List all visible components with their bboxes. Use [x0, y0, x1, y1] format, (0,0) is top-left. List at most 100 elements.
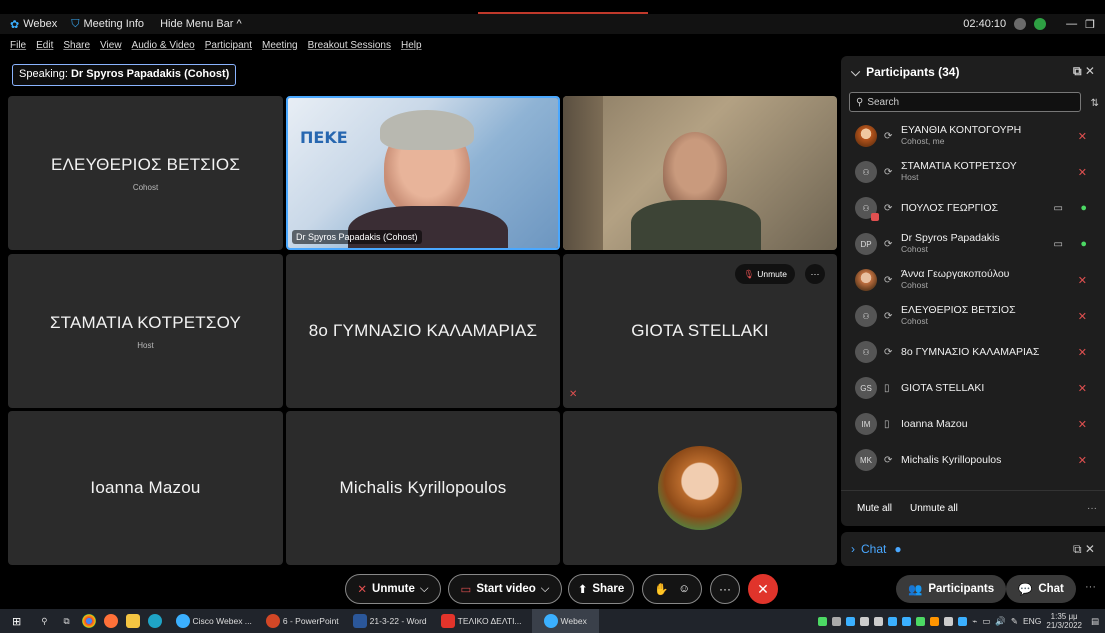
emoji-icon[interactable]: ☺ [678, 583, 690, 595]
hand-icon[interactable]: ✋ [654, 582, 668, 596]
menu-audio-video[interactable]: Audio & Video [132, 40, 195, 51]
participants-header[interactable]: ⌵ Participants (34) ⧉ ✕ [841, 56, 1105, 88]
minimize-button[interactable]: — [1066, 18, 1077, 30]
mic-off-icon[interactable]: ✕ [1078, 166, 1087, 179]
start-video-button[interactable]: ▭ Start video ⌵ [448, 574, 562, 604]
sort-icon[interactable]: ⇅ [1091, 98, 1099, 109]
participant-row[interactable]: ⟳ Άννα Γεωργακοπούλου Cohost ✕ [841, 262, 1105, 298]
video-tile-eleftherios[interactable]: ΕΛΕΥΘΕΡΙΟΣ ΒΕΤΣΙΟΣ Cohost [8, 96, 283, 250]
start-button[interactable]: ⊞ [0, 609, 33, 633]
battery-icon[interactable]: ▭ [982, 616, 990, 627]
menu-participant[interactable]: Participant [205, 40, 252, 51]
pen-icon[interactable]: ✎ [1011, 616, 1018, 627]
more-options-button[interactable]: ··· [710, 574, 740, 604]
camera-icon[interactable]: ▭ [1054, 239, 1063, 250]
menu-help[interactable]: Help [401, 40, 422, 51]
tray-icon[interactable] [874, 616, 884, 626]
taskbar-app-webex[interactable]: Webex [531, 609, 599, 633]
video-tile-giota[interactable]: GIOTA STELLAKI 🎙 Unmute ··· ✕ [563, 254, 837, 408]
mic-off-icon[interactable]: ✕ [1078, 454, 1087, 467]
participant-row[interactable]: ⚇ ⟳ ΠΟΥΛΟΣ ΓΕΩΡΓΙΟΣ ▭ ● [841, 190, 1105, 226]
participant-row[interactable]: IM ▯ Ioanna Mazou ✕ [841, 406, 1105, 442]
video-tile-ioanna[interactable]: Ioanna Mazou [8, 411, 283, 565]
network-icon[interactable]: ⌁ [972, 616, 977, 627]
camera-icon[interactable]: ▭ [1054, 203, 1063, 214]
tray-icon[interactable] [818, 616, 828, 626]
tile-unmute-button[interactable]: 🎙 Unmute [735, 264, 795, 284]
unmute-all-button[interactable]: Unmute all [910, 503, 958, 514]
network-icon[interactable] [1034, 18, 1047, 30]
chevron-down-icon[interactable]: ⌵ [541, 583, 550, 596]
share-button[interactable]: ⬆ Share [568, 574, 634, 604]
participant-row[interactable]: ⚇ ⟳ 8ο ΓΥΜΝΑΣΙΟ ΚΑΛΑΜΑΡΙΑΣ ✕ [841, 334, 1105, 370]
video-tile-participant-3[interactable] [563, 96, 837, 250]
mic-off-icon[interactable]: ✕ [1078, 346, 1087, 359]
task-view-button[interactable]: ⧉ [55, 609, 77, 633]
leave-meeting-button[interactable]: ✕ [748, 574, 778, 604]
tray-icon[interactable] [930, 616, 940, 626]
participant-row[interactable]: ⚇ ⟳ ΣΤΑΜΑΤΙΑ ΚΟΤΡΕΤΣΟΥ Host ✕ [841, 154, 1105, 190]
chevron-down-icon[interactable]: ⌵ [851, 65, 860, 80]
mic-on-icon[interactable]: ● [1080, 202, 1087, 214]
mic-off-icon[interactable]: ✕ [1078, 382, 1087, 395]
menu-share[interactable]: Share [63, 40, 90, 51]
participant-row[interactable]: DP ⟳ Dr Spyros Papadakis Cohost ▭ ● [841, 226, 1105, 262]
menu-file[interactable]: File [10, 40, 26, 51]
search-button[interactable]: ⚲ [33, 609, 55, 633]
menu-meeting[interactable]: Meeting [262, 40, 298, 51]
video-tile-avatar[interactable] [563, 411, 837, 565]
taskbar-app-word[interactable]: 21-3-22 - Word [349, 609, 431, 633]
popout-icon[interactable]: ⧉ ✕ [1073, 64, 1095, 79]
chat-button[interactable]: 💬 Chat [1006, 575, 1076, 603]
chat-panel-header[interactable]: › Chat ● ⧉ ✕ [841, 532, 1105, 566]
menu-edit[interactable]: Edit [36, 40, 53, 51]
tray-icon[interactable] [888, 616, 898, 626]
firefox-button[interactable] [100, 609, 122, 633]
taskbar-app-powerpoint[interactable]: 6 - PowerPoint [262, 609, 343, 633]
notifications-icon[interactable]: ▤ [1091, 616, 1099, 627]
app-name[interactable]: ✿ Webex [10, 18, 57, 31]
participants-button[interactable]: 👥 Participants [896, 575, 1007, 603]
volume-icon[interactable]: 🔊 [995, 616, 1006, 627]
tray-icon[interactable] [860, 616, 870, 626]
tray-icon[interactable] [944, 616, 954, 626]
taskbar-clock[interactable]: 1:35 μμ 21/3/2022 [1046, 612, 1082, 630]
taskbar-app-webex-cisco[interactable]: Cisco Webex ... [172, 609, 256, 633]
tile-more-button[interactable]: ··· [805, 264, 825, 284]
mic-off-icon[interactable]: ✕ [1078, 418, 1087, 431]
recording-icon[interactable] [1014, 18, 1027, 30]
restore-button[interactable]: ❐ [1085, 18, 1095, 31]
chevron-down-icon[interactable]: ⌵ [420, 583, 429, 596]
tray-icon[interactable] [902, 616, 912, 626]
explorer-button[interactable] [122, 609, 144, 633]
mic-off-icon[interactable]: ✕ [1078, 310, 1087, 323]
mic-off-icon[interactable]: ✕ [1078, 130, 1087, 143]
tray-icon[interactable] [846, 616, 856, 626]
participants-search-input[interactable]: ⚲ Search [849, 92, 1081, 112]
participant-row[interactable]: ⟳ ΕΥΑΝΘΙΑ ΚΟΝΤΟΓΟΥΡΗ Cohost, me ✕ [841, 118, 1105, 154]
unmute-button[interactable]: ✕ Unmute ⌵ [345, 574, 441, 604]
popout-icon[interactable]: ⧉ ✕ [1073, 542, 1095, 557]
video-tile-spyros[interactable]: ΠΕΚΕ Dr Spyros Papadakis (Cohost) [286, 96, 560, 250]
tray-icon[interactable] [832, 616, 842, 626]
video-tile-stamatia[interactable]: ΣΤΑΜΑΤΙΑ ΚΟΤΡΕΤΣΟΥ Host [8, 254, 283, 408]
taskbar-app-pdf[interactable]: ΤΕΛΙΚΟ ΔΕΛΤΙ... [437, 609, 526, 633]
video-tile-michalis[interactable]: Michalis Kyrillopoulos [286, 411, 560, 565]
tray-icon[interactable] [916, 616, 926, 626]
participant-row[interactable]: MK ⟳ Michalis Kyrillopoulos ✕ [841, 442, 1105, 478]
menu-breakout-sessions[interactable]: Breakout Sessions [308, 40, 391, 51]
mute-all-button[interactable]: Mute all [857, 503, 892, 514]
meeting-info-button[interactable]: ⛉ Meeting Info [71, 18, 144, 31]
mic-off-icon[interactable]: ✕ [1078, 274, 1087, 287]
participant-row[interactable]: ⚇ ⟳ ΕΛΕΥΘΕΡΙΟΣ ΒΕΤΣΙΟΣ Cohost ✕ [841, 298, 1105, 334]
chrome-button[interactable] [78, 609, 100, 633]
more-options-icon[interactable]: ··· [1087, 503, 1097, 514]
more-icon[interactable]: ··· [1085, 581, 1096, 593]
participant-row[interactable]: GS ▯ GIOTA STELLAKI ✕ [841, 370, 1105, 406]
language-indicator[interactable]: ENG [1023, 616, 1041, 626]
hide-menu-bar-button[interactable]: Hide Menu Bar ^ [160, 18, 242, 30]
video-tile-gymnasio[interactable]: 8ο ΓΥΜΝΑΣΙΟ ΚΑΛΑΜΑΡΙΑΣ [286, 254, 560, 408]
mic-on-icon[interactable]: ● [1080, 238, 1087, 250]
menu-view[interactable]: View [100, 40, 122, 51]
tray-icon[interactable] [958, 616, 968, 626]
